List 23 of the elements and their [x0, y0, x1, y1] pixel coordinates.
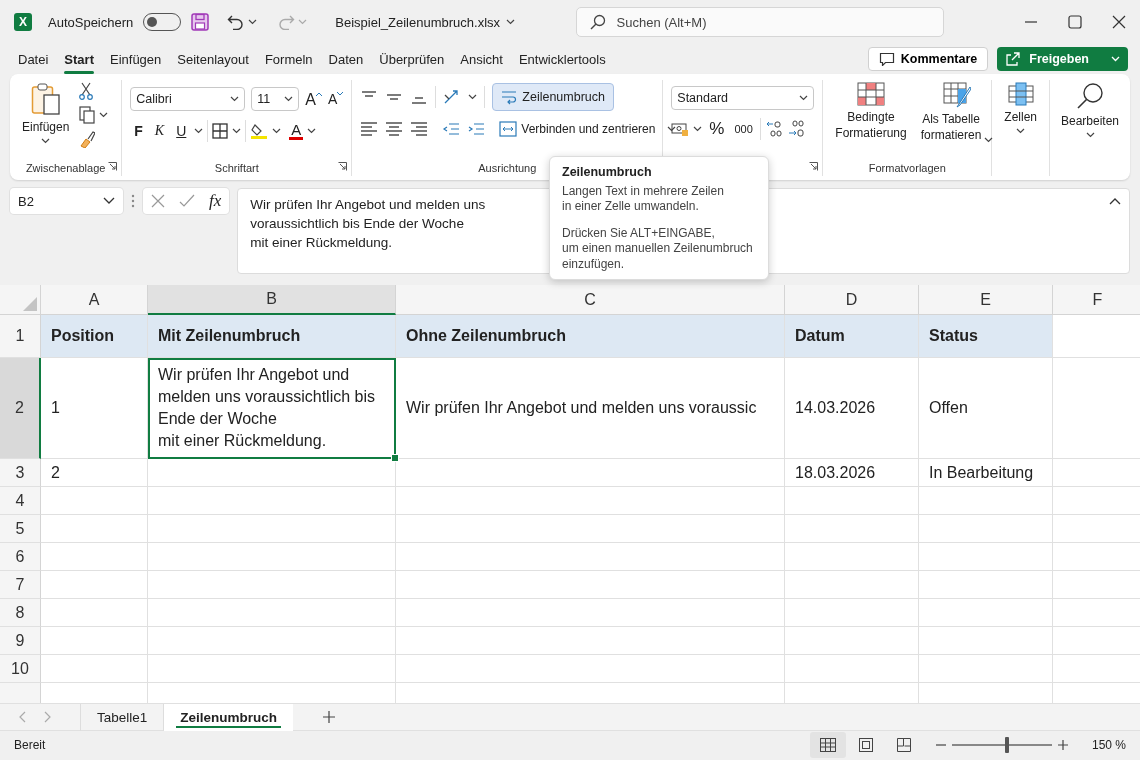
group-label: Zwischenablage [25, 161, 106, 176]
excel-logo: X [14, 13, 32, 31]
table-cell: Position [41, 315, 148, 358]
table-cell: Mit Zeilenumbruch [148, 315, 396, 358]
table-cell: 1 [41, 358, 148, 459]
status-text: Bereit [14, 738, 46, 752]
table-cell: In Bearbeitung [919, 459, 1053, 487]
table-cell: Offen [919, 358, 1053, 459]
table-cell: 14.03.2026 [785, 358, 919, 459]
tooltip-title: Zeilenumbruch [562, 165, 653, 181]
group-label: Formatvorlagen [868, 161, 946, 176]
group-label: Ausrichtung [478, 161, 537, 176]
table-cell: 18.03.2026 [785, 459, 919, 487]
tooltip-text: Langen Text in mehrere Zeilen in einer Zelle umwandeln. [562, 183, 725, 215]
tooltip-text: Drücken Sie ALT+EINGABE, um einen manuellen Zeilenumbruch einzufügen. [562, 225, 754, 272]
table-cell: Status [919, 315, 1053, 358]
autosave-label: AutoSpeichern [48, 14, 134, 30]
table-cell: Wir prüfen Ihr Angebot und melden uns voraussic [396, 358, 785, 459]
table-cell: Datum [785, 315, 919, 358]
table-cell: Wir prüfen Ihr Angebot und melden uns voraussichtlich bis Ende der Woche mit einer Rückmeldung. [148, 358, 396, 459]
table-cell: Ohne Zeilenumbruch [396, 315, 785, 358]
table-cell: 2 [41, 459, 148, 487]
group-label: Schriftart [214, 161, 259, 176]
